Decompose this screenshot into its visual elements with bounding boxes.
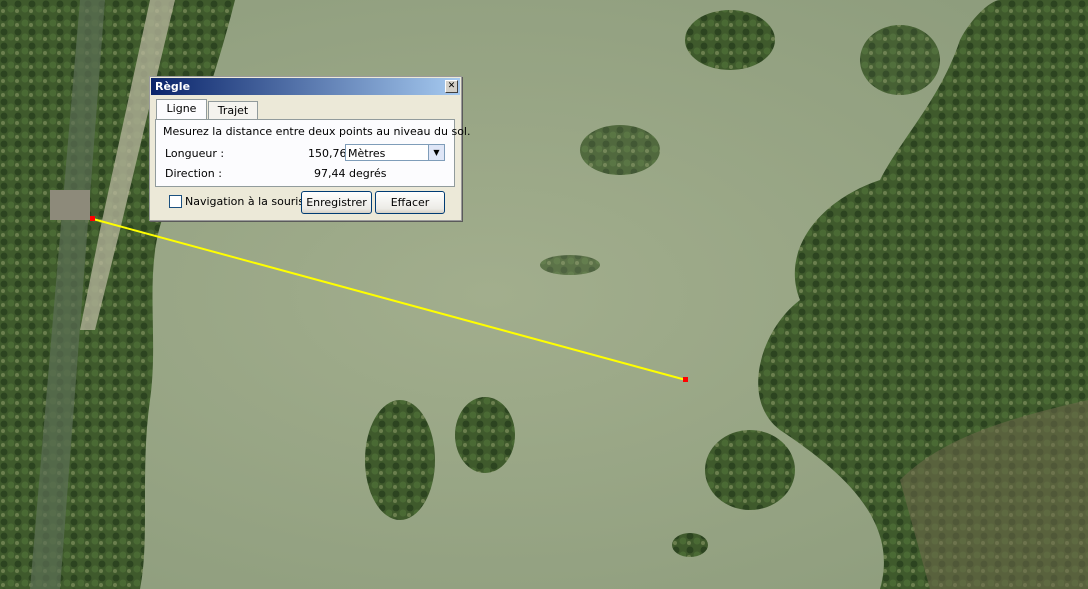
ruler-dialog: Règle ✕ Ligne Trajet Mesurez la distance…	[149, 76, 470, 221]
length-label: Longueur :	[165, 147, 225, 160]
building	[50, 190, 90, 220]
unit-select-value: Mètres	[348, 147, 386, 160]
save-button[interactable]: Enregistrer	[301, 191, 372, 214]
description-text: Mesurez la distance entre deux points au…	[163, 125, 471, 138]
direction-value: 97,44 degrés	[314, 167, 387, 180]
mouse-navigation-label: Navigation à la souris	[185, 195, 305, 208]
mouse-navigation-checkbox[interactable]	[169, 195, 182, 208]
measure-end-point[interactable]	[683, 377, 688, 382]
clear-button[interactable]: Effacer	[375, 191, 445, 214]
tab-ligne[interactable]: Ligne	[156, 99, 207, 119]
close-icon[interactable]: ✕	[445, 80, 458, 93]
dialog-title: Règle	[155, 80, 191, 93]
unit-select[interactable]: Mètres ▼	[345, 144, 445, 161]
measure-start-point[interactable]	[90, 216, 95, 221]
chevron-down-icon[interactable]: ▼	[428, 145, 444, 160]
direction-label: Direction :	[165, 167, 222, 180]
tab-trajet[interactable]: Trajet	[208, 101, 258, 119]
length-value: 150,76	[308, 147, 347, 160]
dialog-titlebar[interactable]: Règle ✕	[151, 78, 460, 95]
